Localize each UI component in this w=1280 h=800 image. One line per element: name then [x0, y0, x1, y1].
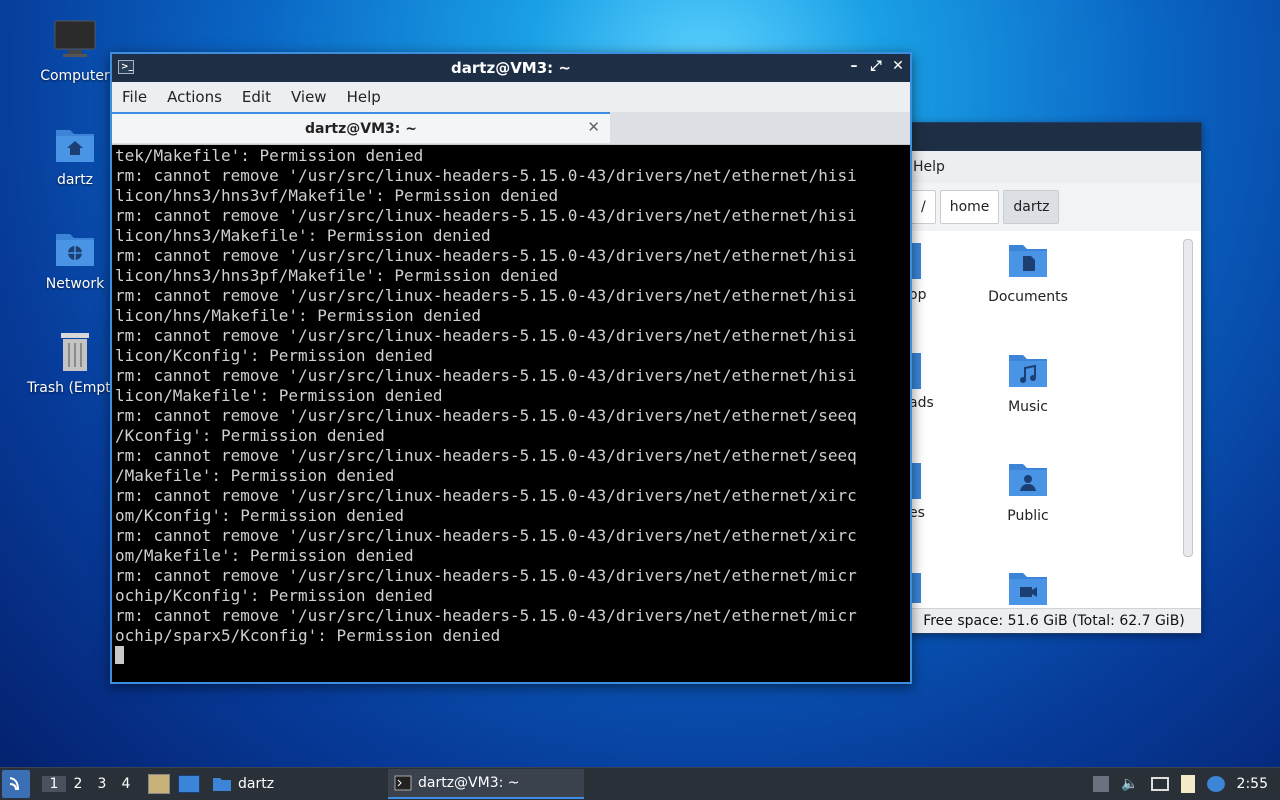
terminal-titlebar[interactable]: >_ dartz@VM3: ~ – ⤢ ✕: [112, 54, 910, 82]
terminal-cursor: [115, 646, 124, 664]
workspace-4[interactable]: 4: [114, 776, 138, 792]
folder-public[interactable]: Public: [978, 460, 1078, 524]
launcher-desktop-icon[interactable]: [178, 775, 200, 793]
close-icon[interactable]: ✕: [892, 58, 904, 74]
taskbar: 1 2 3 4 dartz dartz@VM3: ~ 🔈 2:55: [0, 767, 1280, 800]
desktop-icon-label: Network: [45, 276, 105, 292]
folder-music[interactable]: Music: [978, 351, 1078, 415]
breadcrumb-root[interactable]: /: [911, 190, 936, 224]
launcher-files-icon[interactable]: [148, 774, 170, 794]
status-bar: Free space: 51.6 GiB (Total: 62.7 GiB): [907, 608, 1201, 633]
file-manager-menubar: Help: [907, 151, 1201, 183]
terminal-menubar: File Actions Edit View Help: [112, 82, 910, 112]
menu-logo-icon: [9, 777, 19, 791]
terminal-window[interactable]: >_ dartz@VM3: ~ – ⤢ ✕ File Actions Edit …: [110, 52, 912, 684]
videos-folder-icon: [1009, 573, 1047, 605]
workspace-1[interactable]: 1: [42, 776, 66, 792]
network-icon[interactable]: [1150, 777, 1169, 791]
notification-icon[interactable]: [1206, 776, 1225, 792]
window-controls: – ⤢ ✕: [848, 58, 904, 74]
minimize-icon[interactable]: –: [848, 58, 860, 74]
desktop-icon-network[interactable]: Network: [27, 226, 123, 292]
eject-icon[interactable]: [1093, 776, 1110, 792]
breadcrumb-home[interactable]: home: [939, 190, 1000, 224]
clipboard-icon[interactable]: [1180, 775, 1195, 793]
desktop-icon-label: Trash (Empty): [27, 380, 123, 396]
folder-label: Music: [1008, 399, 1048, 415]
workspace-2[interactable]: 2: [66, 776, 90, 792]
tab-title: dartz@VM3: ~: [305, 120, 417, 137]
folder-documents[interactable]: Documents: [978, 241, 1078, 305]
file-manager-titlebar[interactable]: [907, 123, 1201, 151]
menu-file[interactable]: File: [112, 88, 157, 106]
task-file-manager[interactable]: dartz: [206, 769, 388, 799]
folder-label: Public: [1007, 508, 1049, 524]
file-manager-window[interactable]: Help / home dartz op ads es Documents Mu…: [906, 122, 1202, 634]
network-folder-icon: [53, 226, 97, 270]
menu-help[interactable]: Help: [337, 88, 391, 106]
desktop-icon-label: Computer: [40, 68, 110, 84]
home-folder-icon: [53, 122, 97, 166]
folder-label: Documents: [988, 289, 1068, 305]
maximize-icon[interactable]: ⤢: [870, 58, 882, 74]
start-menu-button[interactable]: [2, 770, 30, 798]
clock[interactable]: 2:55: [1237, 776, 1268, 792]
documents-folder-icon: [1009, 245, 1047, 277]
terminal-icon: [394, 775, 412, 791]
menu-view[interactable]: View: [281, 88, 337, 106]
partial-label: ads: [909, 395, 934, 411]
desktop-icon-computer[interactable]: Computer: [27, 18, 123, 84]
computer-icon: [53, 18, 97, 62]
tab-close-icon[interactable]: ✕: [587, 118, 600, 136]
menu-actions[interactable]: Actions: [157, 88, 232, 106]
task-terminal[interactable]: dartz@VM3: ~: [388, 769, 584, 799]
folder-icon: [213, 778, 231, 791]
path-bar: / home dartz: [907, 183, 1201, 231]
desktop-icon-home[interactable]: dartz: [27, 122, 123, 188]
terminal-tabbar: dartz@VM3: ~ ✕: [112, 112, 910, 145]
music-folder-icon: [1009, 355, 1047, 387]
terminal-icon[interactable]: >_: [118, 60, 134, 74]
menu-help[interactable]: Help: [913, 159, 945, 175]
desktop-icon-label: dartz: [56, 172, 94, 188]
breadcrumb-dartz[interactable]: dartz: [1003, 190, 1060, 224]
file-view-scrollbar[interactable]: [1183, 239, 1193, 557]
tab-terminal[interactable]: dartz@VM3: ~ ✕: [112, 112, 610, 143]
workspace-3[interactable]: 3: [90, 776, 114, 792]
menu-edit[interactable]: Edit: [232, 88, 281, 106]
trash-icon: [53, 330, 97, 374]
task-label: dartz@VM3: ~: [418, 775, 520, 791]
public-folder-icon: [1009, 464, 1047, 496]
terminal-output: tek/Makefile': Permission denied rm: can…: [115, 146, 857, 645]
file-view[interactable]: op ads es Documents Music Public: [907, 233, 1201, 609]
task-label: dartz: [238, 776, 275, 792]
terminal-screen[interactable]: tek/Makefile': Permission denied rm: can…: [114, 146, 910, 682]
system-tray: 🔈 2:55: [1093, 768, 1280, 800]
window-title: dartz@VM3: ~: [451, 59, 571, 77]
desktop-icon-trash[interactable]: Trash (Empty): [27, 330, 123, 396]
volume-icon[interactable]: 🔈: [1121, 776, 1138, 792]
